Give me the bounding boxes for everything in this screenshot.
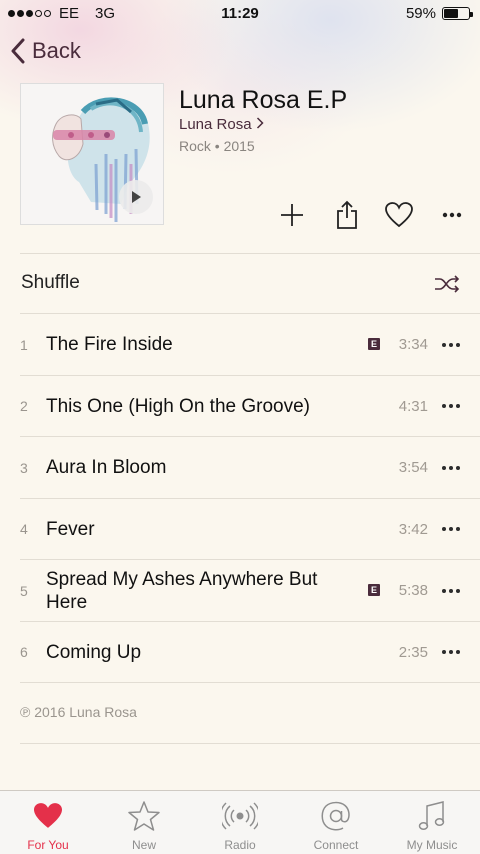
track-title: Aura In Bloom: [46, 457, 167, 478]
love-button[interactable]: [384, 198, 414, 232]
track-more-button[interactable]: [442, 376, 460, 437]
track-more-button[interactable]: [442, 622, 460, 683]
tab-my-music[interactable]: My Music: [384, 791, 480, 854]
track-row[interactable]: 3 Aura In Bloom 3:54: [0, 437, 480, 499]
artist-name: Luna Rosa: [179, 116, 252, 133]
album-title: Luna Rosa E.P: [179, 86, 348, 114]
track-title: Spread My Ashes Anywhere But Here: [46, 568, 318, 613]
album-artwork[interactable]: [20, 83, 164, 225]
shuffle-label: Shuffle: [21, 272, 80, 293]
track-duration: 4:31: [398, 397, 428, 415]
track-number: 4: [20, 521, 28, 537]
track-title: This One (High On the Groove): [46, 395, 310, 417]
tab-for-you[interactable]: For You: [0, 791, 96, 854]
heart-icon: [385, 202, 413, 228]
track-title: Coming Up: [46, 641, 142, 663]
tab-label: Connect: [313, 838, 359, 852]
shuffle-row[interactable]: Shuffle: [0, 255, 480, 313]
tab-radio[interactable]: Radio: [192, 791, 288, 854]
track-more-button[interactable]: [442, 499, 460, 560]
tab-label: New: [131, 838, 156, 852]
divider: [20, 682, 480, 683]
track-number: 3: [20, 459, 28, 476]
shuffle-icon: [435, 275, 460, 293]
divider: [20, 253, 480, 254]
status-bar: EE 3G 11:29 59%: [0, 0, 480, 28]
chevron-right-icon: [256, 116, 264, 133]
tab-label: My Music: [406, 838, 458, 852]
heart-icon: [34, 803, 62, 828]
share-button[interactable]: [332, 198, 362, 232]
track-number: 5: [20, 582, 28, 599]
music-note-icon: [418, 801, 445, 830]
add-button[interactable]: [277, 198, 307, 232]
back-label: Back: [32, 38, 81, 63]
explicit-badge: E: [368, 338, 380, 350]
divider: [20, 743, 480, 744]
tab-new[interactable]: New: [96, 791, 192, 854]
album-genre-year: Rock • 2015: [179, 138, 255, 154]
tab-label: Radio: [224, 838, 256, 852]
chevron-left-icon: [11, 38, 25, 64]
track-row[interactable]: 1 The Fire Inside E 3:34: [0, 314, 480, 376]
track-number: 2: [20, 398, 28, 414]
battery-icon: [442, 7, 473, 20]
track-row[interactable]: 4 Fever 3:42: [0, 499, 480, 560]
track-row[interactable]: 6 Coming Up 2:35: [0, 622, 480, 683]
track-number: 1: [20, 336, 28, 353]
track-duration: 2:35: [398, 643, 428, 661]
add-icon: [281, 204, 303, 226]
explicit-badge: E: [368, 584, 380, 596]
track-duration: 3:34: [398, 336, 428, 353]
track-more-button[interactable]: [442, 560, 460, 621]
battery-percentage: 59%: [405, 5, 436, 22]
track-more-button[interactable]: [442, 437, 460, 498]
track-more-button[interactable]: [442, 314, 460, 375]
artist-link[interactable]: Luna Rosa: [179, 116, 264, 133]
track-number: 6: [20, 644, 28, 660]
more-icon: [442, 212, 462, 218]
track-duration: 3:42: [398, 520, 428, 538]
track-title: The Fire Inside: [46, 334, 173, 355]
track-duration: 3:54: [398, 459, 428, 476]
play-button[interactable]: [119, 180, 153, 214]
play-icon: [132, 191, 141, 203]
back-button[interactable]: Back: [10, 38, 81, 64]
tab-label: For You: [27, 838, 69, 852]
track-duration: 5:38: [398, 582, 428, 599]
share-icon: [337, 200, 357, 229]
tab-connect[interactable]: Connect: [288, 791, 384, 854]
copyright-text: ℗ 2016 Luna Rosa: [20, 704, 137, 720]
radio-icon: [222, 802, 258, 830]
track-list: 1 The Fire Inside E 3:34 2 This One (Hig…: [0, 314, 480, 683]
status-right: 59%: [405, 5, 473, 22]
track-row[interactable]: 2 This One (High On the Groove) 4:31: [0, 376, 480, 437]
star-icon: [128, 801, 160, 831]
at-icon: [321, 801, 350, 831]
tab-bar: For You New Radio Connect My Music: [0, 790, 480, 854]
more-options-button[interactable]: [437, 198, 467, 232]
track-row[interactable]: 5 Spread My Ashes Anywhere But Here E 5:…: [0, 560, 480, 622]
track-title: Fever: [46, 518, 95, 540]
